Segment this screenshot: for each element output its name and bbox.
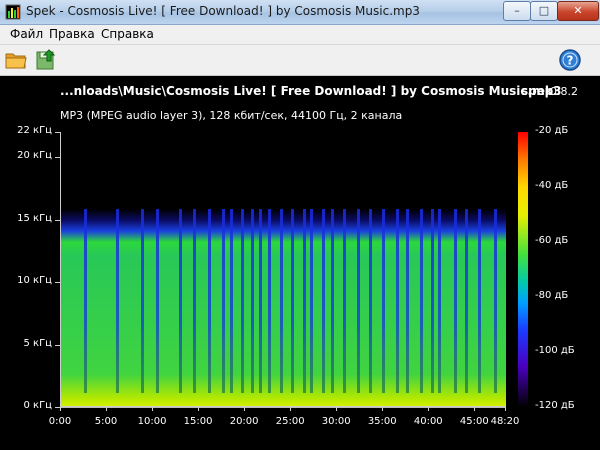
spectrogram-dip [280,209,284,394]
stream-info: MP3 (MPEG audio layer 3), 128 кбит/сек, … [60,109,403,122]
frequency-tick [55,132,60,133]
time-tick-label: 30:00 [321,416,351,427]
spectrogram-dip [430,209,434,394]
db-tick-label: -40 дБ [535,180,569,191]
db-tick-label: -120 дБ [535,400,575,411]
time-tick [290,407,292,411]
frequency-tick [55,157,60,158]
db-tick-label: -60 дБ [535,235,569,246]
time-tick-label: 40:00 [413,416,443,427]
frequency-tick-label: 5 кГц [23,337,53,349]
spectrogram-dip [192,209,196,394]
db-tick-label: -20 дБ [535,125,569,136]
spectrogram-dip [331,209,335,394]
time-tick [152,407,154,411]
file-title: ...nloads\Music\Cosmosis Live! [ Free Do… [60,84,562,98]
spectrogram-dip [179,209,183,394]
spectrogram-dip [251,209,255,394]
spectrogram-plot[interactable] [60,132,506,408]
time-tick-label: 0:00 [48,416,72,427]
time-tick [106,407,108,411]
time-tick-label: 20:00 [229,416,259,427]
frequency-tick-label: 15 кГц [17,212,52,224]
spectrogram-dip [309,209,313,394]
menu-file[interactable]: Файл [10,27,43,41]
spectrogram-dip [140,209,144,394]
help-icon[interactable]: ? [558,48,582,72]
time-tick-label: 5:00 [94,416,118,427]
close-button[interactable]: ✕ [557,1,599,21]
spectrogram-dip [406,209,410,394]
spectrogram-dip [453,209,457,394]
spectrogram-dip [369,209,373,394]
time-tick [198,407,200,411]
db-tick-label: -80 дБ [535,290,569,301]
frequency-tick-label: 20 кГц [17,150,52,161]
spectrogram-dip [438,209,442,394]
spectrogram-dip [116,209,120,394]
minimize-button[interactable]: – [503,1,531,21]
spectrogram-dip [84,209,88,394]
frequency-tick-label: 0 кГц [23,400,53,411]
menu-help[interactable]: Справка [101,27,154,41]
time-tick [474,407,476,411]
spek-app-icon [5,4,21,20]
spectrogram-dip [208,209,212,394]
time-tick [428,407,430,411]
app-name: spek [521,84,553,98]
svg-text:?: ? [567,54,574,68]
time-tick-label: 10:00 [137,416,167,427]
time-tick-label: 15:00 [183,416,213,427]
time-tick [244,407,246,411]
window-title: Spek - Cosmosis Live! [ Free Download! ]… [26,4,420,18]
spectrogram-dip [156,209,160,394]
spectrogram-dip [222,209,226,394]
frequency-tick-label: 22 кГц [17,125,52,136]
time-tick-label: 35:00 [367,416,397,427]
frequency-tick-label: 10 кГц [17,275,52,286]
spectrogram-dip [303,209,307,394]
spek-window: Spek - Cosmosis Live! [ Free Download! ]… [0,0,600,450]
spectrogram-dip [258,209,262,394]
spectrogram-dip [229,209,233,394]
spectrogram-dip [381,209,385,394]
spectrogram-dip [478,209,482,394]
time-tick-label: 25:00 [275,416,305,427]
spectrogram-dip [464,209,468,394]
frequency-tick [55,344,60,346]
spectrogram-dip [395,209,399,394]
folder-open-icon[interactable] [4,48,28,72]
title-bar[interactable]: Spek - Cosmosis Live! [ Free Download! ]… [0,0,600,25]
spectrogram-dip [420,209,424,394]
frequency-tick [55,219,60,221]
time-tick [382,407,384,411]
spectrogram-dip [343,209,347,394]
maximize-button[interactable]: □ [530,1,558,21]
time-tick [505,407,506,411]
time-tick [60,407,61,411]
toolbar: ? [0,45,600,76]
spectrogram-dip [321,209,325,394]
spectrogram-dip [291,209,295,394]
time-tick-label: 48:20 [490,416,520,427]
spectrogram-dip [268,209,272,394]
menu-edit[interactable]: Правка [49,27,95,41]
spectrogram-area: ...nloads\Music\Cosmosis Live! [ Free Do… [0,76,600,450]
db-colorbar [518,132,528,407]
spectrogram-dip [357,209,361,394]
spectrogram-dip [240,209,244,394]
time-tick [336,407,338,411]
app-version: 0.8.2 [550,85,578,98]
menu-bar: Файл Правка Справка [0,25,600,45]
save-icon[interactable] [34,48,58,72]
spectrogram-dip [493,209,497,394]
frequency-tick [55,282,60,283]
db-tick-label: -100 дБ [535,345,575,356]
